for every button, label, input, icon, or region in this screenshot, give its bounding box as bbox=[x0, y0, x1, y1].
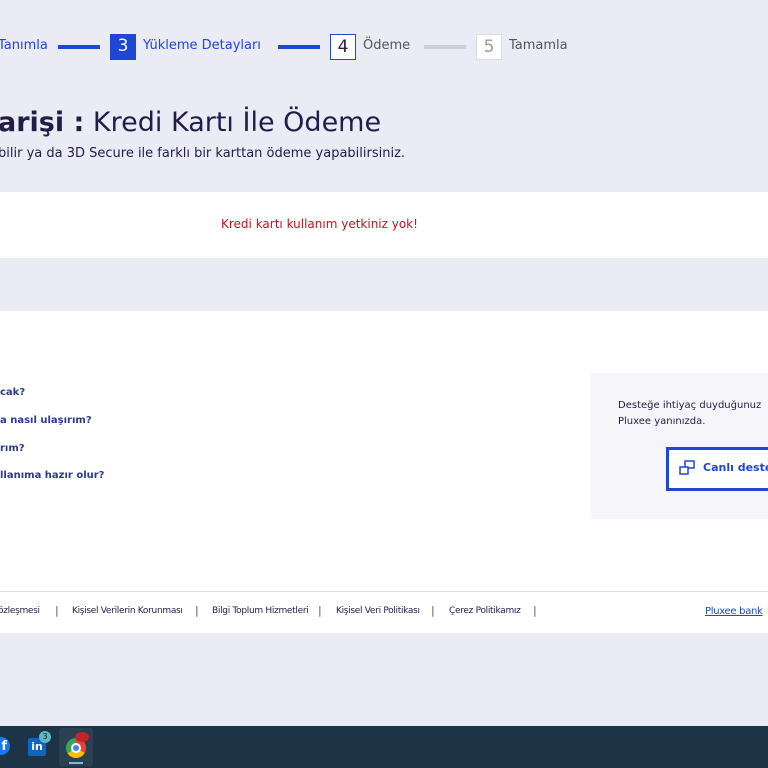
faq-item[interactable]: rım? bbox=[0, 443, 25, 454]
step-2-label[interactable]: Tanımla bbox=[0, 38, 48, 53]
footer-separator: | bbox=[55, 604, 59, 617]
step-3-label[interactable]: Yükleme Detayları bbox=[143, 38, 261, 53]
page-title: arişi : Kredi Kartı İle Ödeme bbox=[0, 107, 381, 138]
live-support-button[interactable]: Canlı deste bbox=[666, 447, 768, 491]
step-5-label: Tamamla bbox=[509, 38, 568, 53]
faq-item[interactable]: a nasıl ulaşırım? bbox=[0, 415, 92, 426]
footer-link[interactable]: özleşmesi bbox=[0, 606, 40, 616]
footer-separator: | bbox=[195, 604, 199, 617]
footer-separator: | bbox=[533, 604, 537, 617]
taskbar: f in 3 bbox=[0, 726, 768, 768]
step-5-number: 5 bbox=[476, 34, 502, 60]
support-text: Pluxee yanınızda. bbox=[618, 416, 706, 427]
footer-separator: | bbox=[431, 604, 435, 617]
linkedin-badge: 3 bbox=[39, 731, 51, 743]
page-title-bold: arişi : bbox=[0, 107, 85, 138]
step-connector bbox=[424, 45, 466, 49]
support-text: Desteğe ihtiyaç duyduğunuz bbox=[618, 400, 762, 411]
faq-section: cak? a nasıl ulaşırım? rım? llanıma hazı… bbox=[0, 311, 768, 591]
page-title-text: Kredi Kartı İle Ödeme bbox=[92, 107, 382, 138]
faq-item[interactable]: cak? bbox=[0, 387, 25, 398]
profile-badge-icon bbox=[75, 732, 89, 742]
support-card: Desteğe ihtiyaç duyduğunuz Pluxee yanını… bbox=[591, 373, 768, 519]
footer-link[interactable]: Çerez Politikamız bbox=[449, 606, 521, 616]
step-3-number: 3 bbox=[110, 34, 136, 60]
step-connector bbox=[58, 45, 100, 49]
footer-separator: | bbox=[318, 604, 322, 617]
active-indicator bbox=[69, 762, 83, 764]
faq-item[interactable]: llanıma hazır olur? bbox=[0, 470, 104, 481]
pluxee-bank-link[interactable]: Pluxee bank bbox=[705, 606, 763, 617]
footer-link[interactable]: Bilgi Toplum Hizmetleri bbox=[212, 606, 309, 616]
step-connector bbox=[278, 45, 320, 49]
live-support-label: Canlı deste bbox=[703, 461, 768, 474]
alert-panel: Kredi kartı kullanım yetkiniz yok! bbox=[0, 192, 768, 258]
footer-link[interactable]: Kişisel Verilerin Korunması bbox=[72, 606, 183, 616]
alert-message: Kredi kartı kullanım yetkiniz yok! bbox=[221, 217, 418, 231]
step-4-number: 4 bbox=[330, 34, 356, 60]
chat-windows-icon bbox=[679, 460, 695, 476]
chrome-taskbar-button[interactable] bbox=[59, 728, 93, 766]
facebook-icon[interactable]: f bbox=[0, 737, 10, 755]
step-4-label: Ödeme bbox=[363, 38, 411, 53]
page-subtitle: bilir ya da 3D Secure ile farklı bir kar… bbox=[0, 146, 406, 161]
footer-link[interactable]: Kişisel Veri Politikası bbox=[336, 606, 420, 616]
